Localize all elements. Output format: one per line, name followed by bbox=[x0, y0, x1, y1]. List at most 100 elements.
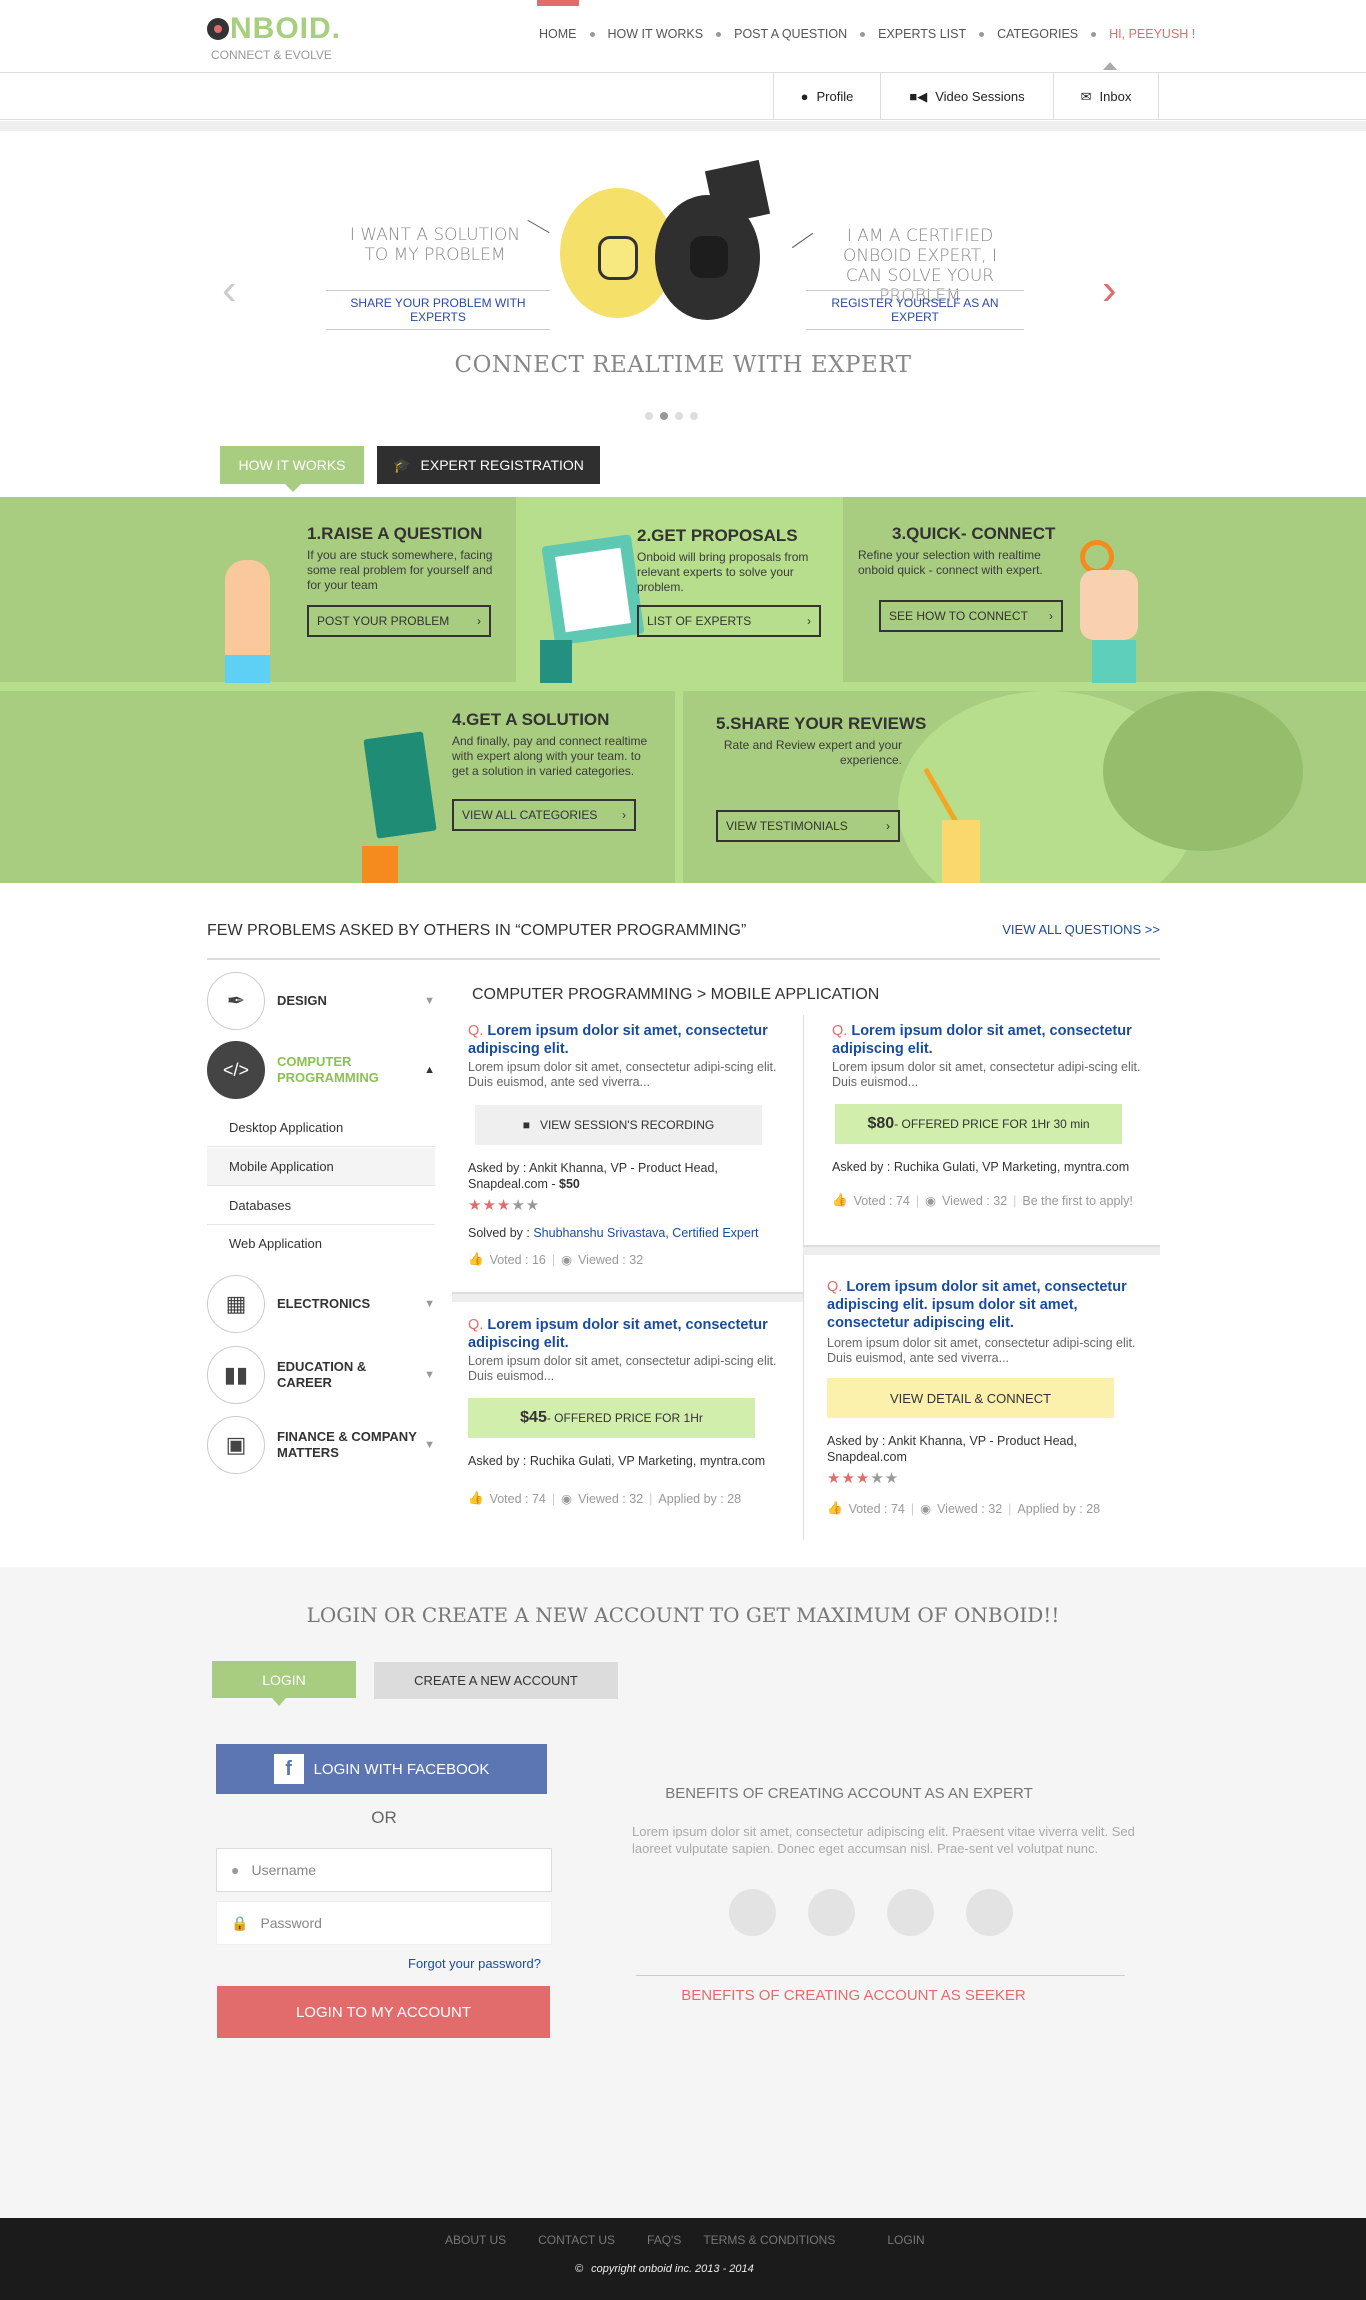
question-title[interactable]: Q. Lorem ipsum dolor sit amet, consectet… bbox=[827, 1278, 1157, 1332]
view-all-questions-link[interactable]: VIEW ALL QUESTIONS >> bbox=[1002, 922, 1160, 958]
step-title: 2.GET PROPOSALS bbox=[637, 526, 798, 545]
question-title[interactable]: Q. Lorem ipsum dolor sit amet, consectet… bbox=[468, 1022, 788, 1058]
graduation-cap-icon: 🎓 bbox=[393, 456, 411, 473]
nav-post-question[interactable]: POST A QUESTION bbox=[734, 27, 847, 41]
eye-icon: ◉ bbox=[925, 1194, 937, 1208]
view-all-categories-button[interactable]: VIEW ALL CATEGORIES › bbox=[452, 799, 636, 831]
button-label: LOGIN WITH FACEBOOK bbox=[313, 1760, 490, 1778]
view-testimonials-button[interactable]: VIEW TESTIMONIALS › bbox=[716, 810, 900, 842]
password-placeholder: Password bbox=[260, 1915, 322, 1931]
tab-video-sessions[interactable]: ■◀ Video Sessions bbox=[880, 73, 1053, 120]
view-detail-connect-button[interactable]: VIEW DETAIL & CONNECT bbox=[827, 1378, 1114, 1418]
pointing-hand-illustration bbox=[1080, 570, 1138, 640]
slider-dot[interactable] bbox=[675, 412, 683, 420]
subcategory-databases[interactable]: Databases bbox=[207, 1187, 435, 1225]
nav-experts-list[interactable]: EXPERTS LIST bbox=[878, 27, 966, 41]
footer-about-link[interactable]: ABOUT US bbox=[445, 2233, 506, 2247]
benefit-icons bbox=[729, 1889, 1013, 1936]
footer-terms-link[interactable]: TERMS & CONDITIONS bbox=[703, 2233, 835, 2247]
subcategory-web[interactable]: Web Application bbox=[207, 1224, 435, 1262]
question-stats: 👍 Voted : 74 | ◉ Viewed : 32 | Be the first to… bbox=[832, 1193, 1133, 1208]
nav-home[interactable]: HOME bbox=[537, 0, 578, 41]
forgot-password-link[interactable]: Forgot your password? bbox=[408, 1956, 541, 1971]
view-recording-button[interactable]: ■ VIEW SESSION'S RECORDING bbox=[475, 1105, 762, 1145]
step-title: 5.SHARE YOUR REVIEWS bbox=[716, 714, 927, 733]
facebook-login-button[interactable]: f LOGIN WITH FACEBOOK bbox=[216, 1744, 547, 1794]
category-computer-programming[interactable]: </> COMPUTER PROGRAMMING ▲ bbox=[207, 1041, 435, 1099]
category-electronics[interactable]: ▦ ELECTRONICS ▼ bbox=[207, 1275, 435, 1333]
asked-by-text: Asked by : Ankit Khanna, VP - Product He… bbox=[468, 1161, 718, 1191]
logo[interactable]: NBOID. CONNECT & EVOLVE bbox=[207, 12, 341, 62]
post-problem-button[interactable]: POST YOUR PROBLEM › bbox=[307, 605, 491, 637]
question-title[interactable]: Q. Lorem ipsum dolor sit amet, consectet… bbox=[832, 1022, 1162, 1058]
footer-faq-link[interactable]: FAQ'S bbox=[647, 2233, 681, 2247]
slider-next-arrow-icon[interactable]: › bbox=[1102, 265, 1117, 315]
category-label: ELECTRONICS bbox=[277, 1296, 371, 1311]
button-label: VIEW SESSION'S RECORDING bbox=[539, 1118, 715, 1132]
password-field[interactable]: 🔒 Password bbox=[216, 1901, 552, 1945]
wallet-icon: ▣ bbox=[207, 1416, 265, 1474]
share-problem-link[interactable]: SHARE YOUR PROBLEM WITH EXPERTS bbox=[326, 290, 550, 330]
button-label: VIEW TESTIMONIALS bbox=[726, 819, 848, 833]
category-education-career[interactable]: ▮▮ EDUCATION & CAREER ▼ bbox=[207, 1346, 435, 1404]
slider-prev-arrow-icon[interactable]: ‹ bbox=[222, 265, 237, 315]
question-card: Q. Lorem ipsum dolor sit amet, consectet… bbox=[468, 1022, 788, 1267]
username-field[interactable]: ● Username bbox=[216, 1848, 552, 1892]
thumbs-up-icon[interactable]: 👍 bbox=[468, 1252, 484, 1267]
tab-inbox[interactable]: ✉ Inbox bbox=[1053, 73, 1159, 120]
star-icon: ★★★ bbox=[827, 1470, 871, 1487]
logo-text: NBOID. bbox=[230, 12, 341, 45]
applied: Applied by : 28 bbox=[1017, 1501, 1101, 1516]
votes: Voted : 16 bbox=[489, 1252, 546, 1267]
thumbs-up-icon[interactable]: 👍 bbox=[832, 1193, 848, 1208]
title-text: Lorem ipsum dolor sit amet, consectetur … bbox=[832, 1023, 1132, 1057]
solved-by: Solved by : Shubhanshu Srivastava, Certi… bbox=[468, 1226, 788, 1240]
nav-user-menu[interactable]: HI, PEEYUSH ! bbox=[1109, 27, 1195, 41]
register-expert-link[interactable]: REGISTER YOURSELF AS AN EXPERT bbox=[806, 290, 1024, 330]
solved-label: Solved by : bbox=[468, 1226, 534, 1240]
login-submit-button[interactable]: LOGIN TO MY ACCOUNT bbox=[217, 1986, 550, 2038]
thumbs-up-icon[interactable]: 👍 bbox=[827, 1501, 843, 1516]
price-label: - OFFERED PRICE FOR 1Hr bbox=[546, 1411, 703, 1425]
step-quick-connect: 3.QUICK- CONNECT Refine your selection w… bbox=[858, 524, 1068, 632]
nav-how-it-works[interactable]: HOW IT WORKS bbox=[608, 27, 704, 41]
question-title[interactable]: Q. Lorem ipsum dolor sit amet, consectet… bbox=[468, 1316, 788, 1352]
offered-price-badge[interactable]: $45 - OFFERED PRICE FOR 1Hr bbox=[468, 1398, 755, 1438]
expert-link[interactable]: Shubhanshu Srivastava, Certified Expert bbox=[533, 1226, 758, 1240]
footer bbox=[0, 2218, 1366, 2300]
category-finance[interactable]: ▣ FINANCE & COMPANY MATTERS ▼ bbox=[207, 1416, 435, 1474]
thumbs-up-icon[interactable]: 👍 bbox=[468, 1491, 484, 1506]
star-empty-icon: ★★ bbox=[511, 1197, 541, 1214]
tab-how-it-works[interactable]: HOW IT WORKS bbox=[220, 446, 364, 484]
tab-login[interactable]: LOGIN bbox=[212, 1661, 356, 1698]
footer-contact-link[interactable]: CONTACT US bbox=[538, 2233, 615, 2247]
nav-categories[interactable]: CATEGORIES bbox=[997, 27, 1078, 41]
tab-profile[interactable]: ● Profile bbox=[773, 73, 880, 120]
subcategory-desktop[interactable]: Desktop Application bbox=[207, 1109, 435, 1147]
user-icon: ● bbox=[800, 89, 809, 104]
expert-benefits-title: BENEFITS OF CREATING ACCOUNT AS AN EXPER… bbox=[665, 1785, 1033, 1802]
see-how-to-connect-button[interactable]: SEE HOW TO CONNECT › bbox=[879, 600, 1063, 632]
eye-icon: ◉ bbox=[920, 1502, 932, 1516]
sleeve-illustration bbox=[225, 655, 270, 683]
tab-create-account[interactable]: CREATE A NEW ACCOUNT bbox=[374, 1662, 618, 1699]
slider-dot[interactable] bbox=[645, 412, 653, 420]
books-icon: ▮▮ bbox=[207, 1346, 265, 1404]
tab-expert-registration[interactable]: 🎓 EXPERT REGISTRATION bbox=[377, 446, 600, 484]
star-rating: ★★★★★ bbox=[468, 1196, 788, 1214]
category-design[interactable]: ✒ DESIGN ▼ bbox=[207, 972, 435, 1030]
chevron-right-icon: › bbox=[1049, 609, 1053, 623]
subcategory-mobile-active[interactable]: Mobile Application bbox=[207, 1148, 435, 1186]
footer-login-link[interactable]: LOGIN bbox=[887, 2233, 924, 2247]
list-of-experts-button[interactable]: LIST OF EXPERTS › bbox=[637, 605, 821, 637]
slider-dot[interactable] bbox=[690, 412, 698, 420]
slider-dot-active[interactable] bbox=[660, 412, 668, 420]
step-text: If you are stuck somewhere, facing some … bbox=[307, 548, 493, 592]
seeker-benefits-link[interactable]: BENEFITS OF CREATING ACCOUNT AS SEEKER bbox=[636, 1987, 1071, 2004]
question-stats: 👍 Voted : 74 | ◉ Viewed : 32 | Applied by : 28 bbox=[827, 1501, 1101, 1516]
nav-separator bbox=[1091, 31, 1097, 37]
card-separator bbox=[452, 1292, 803, 1302]
user-subnav: ● Profile ■◀ Video Sessions ✉ Inbox bbox=[0, 72, 1366, 120]
offered-price-badge[interactable]: $80 - OFFERED PRICE FOR 1Hr 30 min bbox=[835, 1104, 1122, 1144]
asked-by: Asked by : Ruchika Gulati, VP Marketing,… bbox=[468, 1454, 766, 1468]
